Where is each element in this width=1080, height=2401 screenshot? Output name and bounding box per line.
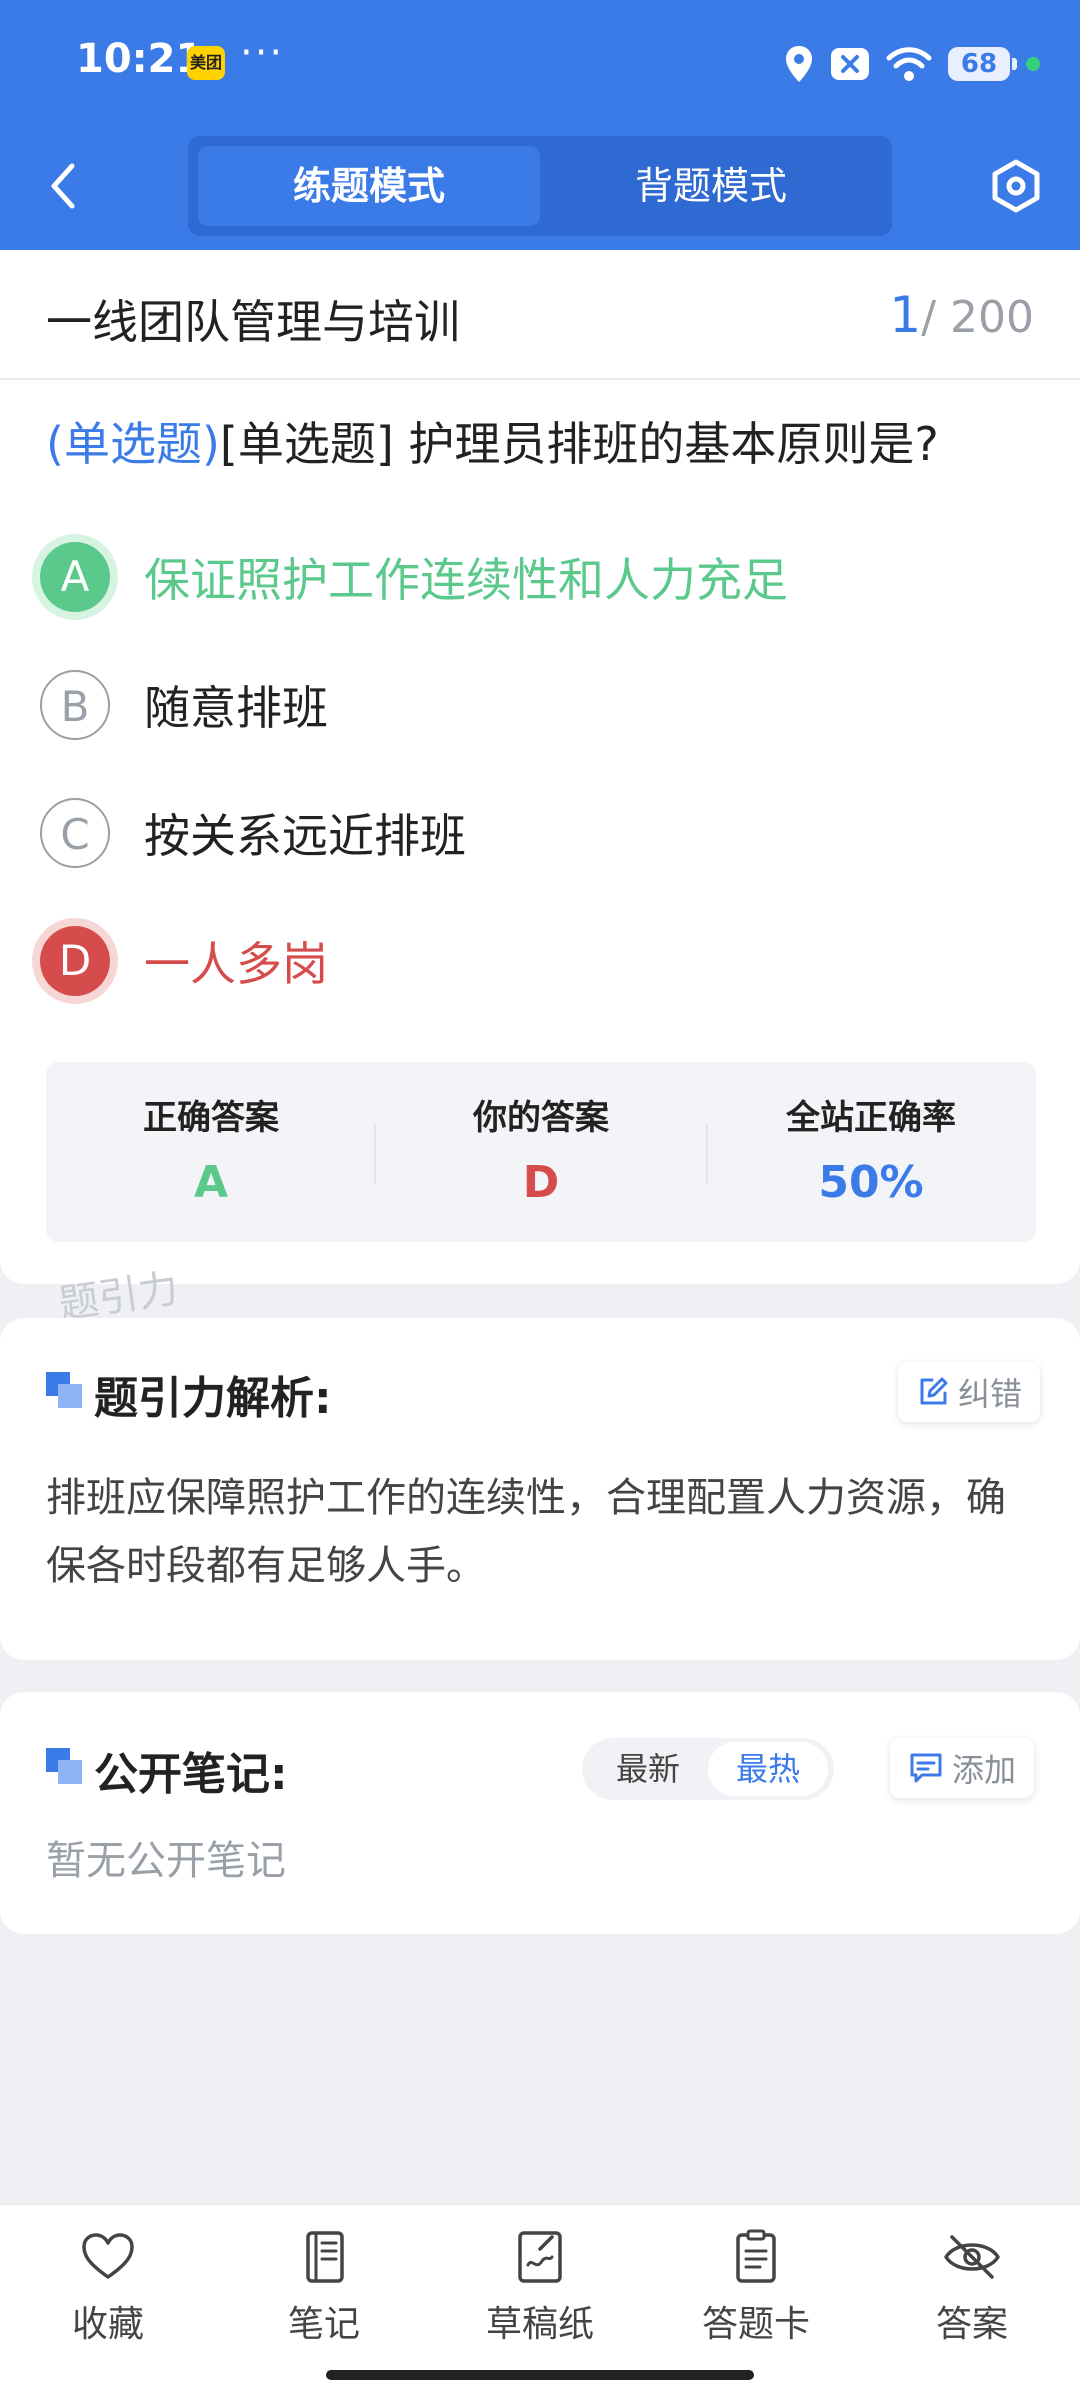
close-notification-icon <box>831 48 869 80</box>
tab-memorize-mode[interactable]: 背题模式 <box>540 146 882 226</box>
comment-add-icon <box>910 1753 942 1783</box>
stat-label: 你的答案 <box>473 1098 609 1138</box>
top-header: 10:21 美团 ··· 68 练题模式 背题模式 <box>0 0 1080 250</box>
nav-label: 答题卡 <box>701 2304 810 2345</box>
nav-label: 收藏 <box>71 2304 144 2345</box>
analysis-title: 题引力解析: <box>94 1373 332 1424</box>
heart-icon <box>82 2233 134 2279</box>
analysis-text: 排班应保障照护工作的连续性，合理配置人力资源，确保各时段都有足够人手。 <box>46 1475 1006 1589</box>
option-d[interactable]: D 一人多岗 <box>40 916 328 1006</box>
status-time: 10:21 <box>76 36 204 82</box>
answer-sheet-icon <box>736 2229 776 2283</box>
status-icons: 68 <box>784 40 1040 88</box>
privacy-indicator-dot <box>1026 57 1040 71</box>
wifi-icon <box>886 47 932 81</box>
back-chevron-icon[interactable] <box>40 158 88 214</box>
home-indicator[interactable] <box>326 2370 754 2380</box>
option-b-letter: B <box>40 670 110 740</box>
nav-answer[interactable]: 答案 <box>864 2227 1080 2347</box>
counter-total: / 200 <box>921 292 1034 343</box>
question-body: [单选题] 护理员排班的基本原则是? <box>219 417 939 471</box>
add-note-label: 添加 <box>952 1751 1017 1789</box>
section-squares-icon <box>46 1748 84 1786</box>
option-c-letter: C <box>40 798 110 868</box>
settings-hexagon-icon[interactable] <box>988 158 1044 214</box>
draft-paper-icon <box>518 2231 562 2283</box>
stat-value: D <box>522 1157 560 1208</box>
notebook-icon <box>306 2231 344 2283</box>
question-type: (单选题) <box>46 417 220 471</box>
sort-latest[interactable]: 最新 <box>588 1738 708 1800</box>
option-b[interactable]: B 随意排班 <box>40 660 328 750</box>
tab-practice-mode[interactable]: 练题模式 <box>198 146 540 226</box>
question-counter: 1/ 200 <box>889 286 1034 344</box>
answer-stats: 正确答案 A 你的答案 D 全站正确率 50% <box>46 1062 1036 1242</box>
option-a-letter: A <box>40 542 110 612</box>
report-error-label: 纠错 <box>958 1375 1023 1413</box>
stat-label: 全站正确率 <box>786 1098 956 1138</box>
stat-your-answer: 你的答案 D <box>376 1090 706 1208</box>
edit-icon <box>920 1377 948 1405</box>
notes-sort-toggle: 最新 最热 <box>582 1738 834 1800</box>
section-squares-icon <box>46 1372 84 1410</box>
counter-current: 1 <box>889 286 922 344</box>
location-icon <box>786 46 812 82</box>
option-a-text: 保证照护工作连续性和人力充足 <box>144 553 788 607</box>
option-d-text: 一人多岗 <box>144 937 328 991</box>
notes-title: 公开笔记: <box>94 1749 288 1800</box>
option-b-text: 随意排班 <box>144 681 328 735</box>
stat-site-accuracy: 全站正确率 50% <box>706 1090 1036 1208</box>
stat-correct-answer: 正确答案 A <box>46 1090 376 1208</box>
nav-label: 笔记 <box>287 2304 360 2345</box>
status-more-icon: ··· <box>240 30 285 76</box>
course-title: 一线团队管理与培训 <box>46 295 460 349</box>
report-error-button[interactable]: 纠错 <box>898 1362 1041 1422</box>
battery-icon: 68 <box>948 47 1017 81</box>
notes-card <box>0 1692 1080 1934</box>
add-note-button[interactable]: 添加 <box>890 1738 1035 1798</box>
stat-value: 50% <box>818 1157 924 1208</box>
option-c-text: 按关系远近排班 <box>144 809 466 863</box>
option-c[interactable]: C 按关系远近排班 <box>40 788 466 878</box>
nav-answer-sheet[interactable]: 答题卡 <box>648 2227 864 2347</box>
option-a[interactable]: A 保证照护工作连续性和人力充足 <box>40 532 788 622</box>
mode-switch: 练题模式 背题模式 <box>188 136 892 236</box>
question-text: (单选题)[单选题] 护理员排班的基本原则是? <box>46 408 939 474</box>
meituan-app-icon: 美团 <box>187 46 225 80</box>
eye-off-icon <box>944 2235 1000 2279</box>
option-d-letter: D <box>40 926 110 996</box>
nav-draft-paper[interactable]: 草稿纸 <box>432 2227 648 2347</box>
nav-notes[interactable]: 笔记 <box>216 2227 432 2347</box>
stat-value: A <box>193 1157 229 1208</box>
nav-favorite[interactable]: 收藏 <box>0 2227 216 2347</box>
stat-label: 正确答案 <box>143 1098 279 1138</box>
empty-notes-text: 暂无公开笔记 <box>46 1838 286 1884</box>
nav-label: 草稿纸 <box>485 2304 594 2345</box>
nav-label: 答案 <box>935 2304 1008 2345</box>
divider <box>0 378 1080 380</box>
sort-hottest[interactable]: 最热 <box>708 1742 828 1796</box>
